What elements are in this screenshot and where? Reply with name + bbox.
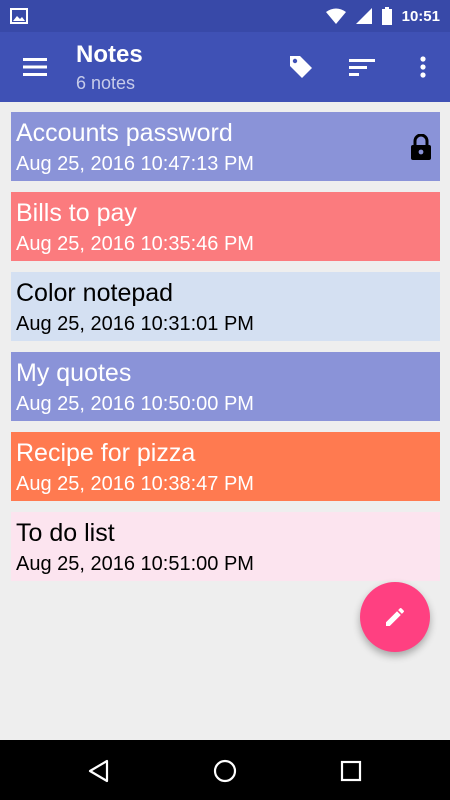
page-title: Notes (76, 41, 143, 68)
notes-list: Accounts password Aug 25, 2016 10:47:13 … (11, 112, 440, 592)
title-block: Notes 6 notes (76, 41, 143, 95)
more-vert-icon[interactable] (408, 52, 438, 82)
back-icon[interactable] (86, 758, 112, 784)
note-date: Aug 25, 2016 10:38:47 PM (16, 473, 254, 495)
lock-icon (411, 134, 431, 160)
signal-icon (355, 8, 372, 24)
recents-icon[interactable] (338, 758, 364, 784)
note-title: My quotes (16, 359, 132, 387)
battery-icon (381, 7, 392, 25)
note-title: To do list (16, 519, 115, 547)
status-bar: 10:51 (0, 0, 450, 32)
note-title: Color notepad (16, 279, 174, 307)
note-item[interactable]: Recipe for pizza Aug 25, 2016 10:38:47 P… (11, 432, 440, 501)
note-date: Aug 25, 2016 10:35:46 PM (16, 233, 254, 255)
note-title: Bills to pay (16, 199, 137, 227)
note-date: Aug 25, 2016 10:47:13 PM (16, 153, 254, 175)
image-icon (10, 8, 28, 24)
tag-icon[interactable] (286, 52, 316, 82)
note-item[interactable]: My quotes Aug 25, 2016 10:50:00 PM (11, 352, 440, 421)
note-title: Accounts password (16, 119, 233, 147)
notes-count: 6 notes (76, 73, 136, 93)
note-date: Aug 25, 2016 10:51:00 PM (16, 553, 254, 575)
app-bar: Notes 6 notes (0, 32, 450, 102)
wifi-icon (325, 8, 346, 24)
new-note-button[interactable] (360, 582, 430, 652)
note-item[interactable]: Accounts password Aug 25, 2016 10:47:13 … (11, 112, 440, 181)
status-icons: 10:51 (325, 6, 440, 26)
menu-icon[interactable] (20, 54, 50, 80)
navigation-bar (0, 740, 450, 800)
status-time: 10:51 (401, 7, 440, 25)
note-item[interactable]: Color notepad Aug 25, 2016 10:31:01 PM (11, 272, 440, 341)
note-item[interactable]: To do list Aug 25, 2016 10:51:00 PM (11, 512, 440, 581)
note-title: Recipe for pizza (16, 439, 196, 467)
home-icon[interactable] (212, 758, 238, 784)
note-item[interactable]: Bills to pay Aug 25, 2016 10:35:46 PM (11, 192, 440, 261)
note-date: Aug 25, 2016 10:31:01 PM (16, 313, 254, 335)
pencil-icon (386, 607, 405, 626)
note-date: Aug 25, 2016 10:50:00 PM (16, 393, 254, 415)
sort-icon[interactable] (346, 52, 376, 82)
